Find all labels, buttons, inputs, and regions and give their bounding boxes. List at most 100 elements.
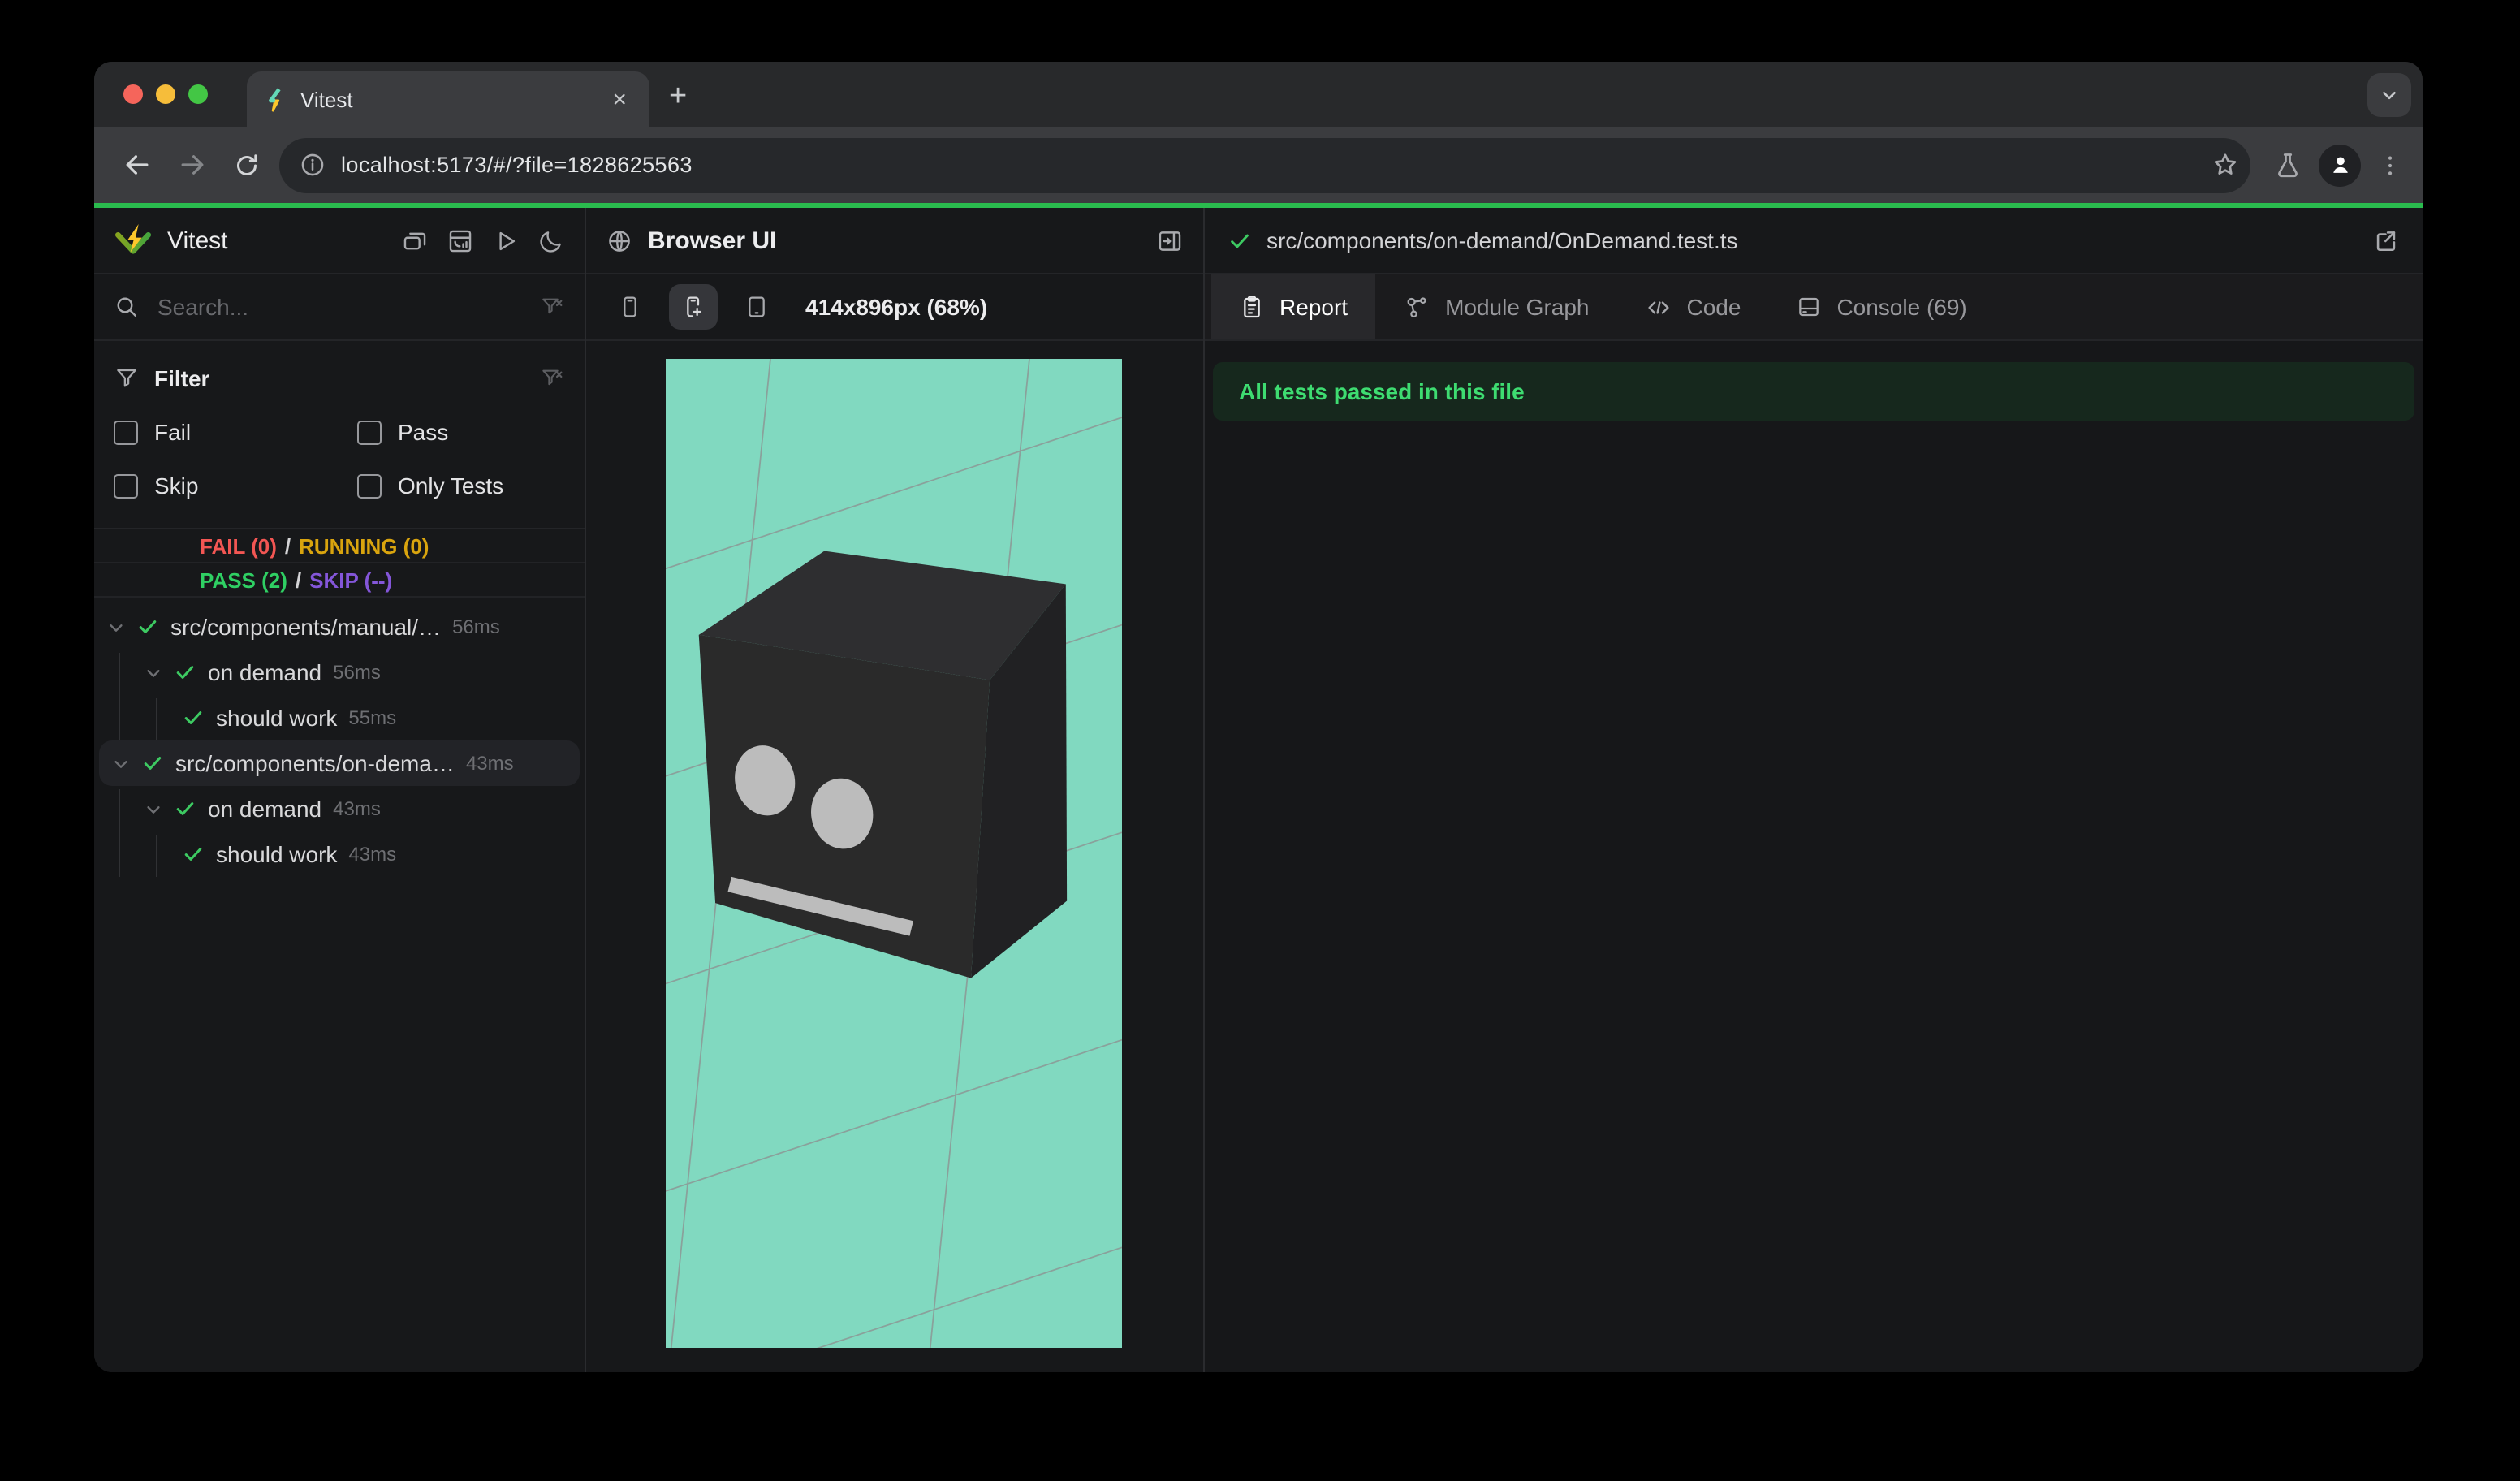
bookmark-star-icon[interactable] xyxy=(2210,149,2241,180)
tab-search-button[interactable] xyxy=(2367,73,2411,117)
device-phone-plus-button-active[interactable] xyxy=(669,284,718,330)
threejs-cube-scene xyxy=(666,359,1122,1348)
vitest-logo-icon xyxy=(114,222,153,258)
browser-menu-kebab-icon[interactable] xyxy=(2377,152,2403,178)
duration-badge: 43ms xyxy=(333,797,381,820)
results-tab-bar: Report Module Graph Code Console (69) xyxy=(1205,274,2423,341)
funnel-icon xyxy=(114,365,140,391)
reload-button[interactable] xyxy=(224,142,270,188)
test-case-row[interactable]: should work 55ms xyxy=(94,695,585,740)
summary-line-2: PASS (2) / SKIP (--) xyxy=(94,563,585,598)
site-info-icon[interactable] xyxy=(299,151,326,179)
tab-console[interactable]: Console (69) xyxy=(1768,274,1994,339)
forward-button[interactable] xyxy=(169,142,214,188)
person-icon xyxy=(2332,157,2347,173)
open-external-icon[interactable] xyxy=(2372,227,2400,254)
phone-plus-icon xyxy=(687,296,701,317)
dock-panel-right-icon[interactable] xyxy=(1156,227,1184,254)
screen: Vitest × + localhost:5173/#/?file=182862… xyxy=(0,0,2520,1481)
test-case-row[interactable]: should work 43ms xyxy=(94,831,585,877)
forward-arrow-icon xyxy=(180,155,203,175)
duration-badge: 56ms xyxy=(452,615,500,638)
filter-checkbox-skip[interactable]: Skip xyxy=(114,466,357,505)
experiments-flask-icon[interactable] xyxy=(2273,150,2302,179)
clear-filter-icon[interactable] xyxy=(539,365,565,391)
close-window-button[interactable] xyxy=(123,84,143,104)
run-all-play-icon[interactable] xyxy=(492,227,520,254)
sidebar-header-actions xyxy=(401,227,565,254)
running-count: RUNNING (0) xyxy=(299,533,429,558)
tab-close-icon[interactable]: × xyxy=(606,84,633,114)
dashboard-icon[interactable] xyxy=(447,227,474,254)
tab-module-graph[interactable]: Module Graph xyxy=(1375,274,1616,339)
toolbar-actions xyxy=(2273,144,2403,186)
result-file-header: src/components/on-demand/OnDemand.test.t… xyxy=(1205,208,2423,274)
new-tab-button[interactable]: + xyxy=(669,80,687,115)
browser-tab-strip: Vitest × + xyxy=(94,62,2423,127)
minimize-window-button[interactable] xyxy=(156,84,175,104)
test-suite-row[interactable]: on demand 43ms xyxy=(94,786,585,831)
filter-header: Filter xyxy=(114,357,565,399)
skip-count: SKIP (--) xyxy=(309,568,393,592)
summary-line-1: FAIL (0) / RUNNING (0) xyxy=(94,529,585,563)
test-file-row-selected[interactable]: src/components/on-dema… 43ms xyxy=(99,740,580,786)
sidebar: Vitest Search... Filter Fail Pass Skip O… xyxy=(94,208,586,1372)
test-summary: FAIL (0) / RUNNING (0) PASS (2) / SKIP (… xyxy=(94,529,585,598)
browser-tab[interactable]: Vitest × xyxy=(247,71,649,127)
indent-guide xyxy=(156,835,158,877)
test-viewport[interactable] xyxy=(666,359,1122,1348)
pass-check-icon xyxy=(136,615,159,638)
search-input[interactable] xyxy=(154,292,524,322)
device-tablet-button[interactable] xyxy=(732,284,781,330)
browser-window: Vitest × + localhost:5173/#/?file=182862… xyxy=(94,62,2423,1372)
preview-stage xyxy=(586,341,1203,1372)
url-text[interactable]: localhost:5173/#/?file=1828625563 xyxy=(341,153,2195,177)
windows-stack-icon[interactable] xyxy=(401,227,429,254)
device-phone-button[interactable] xyxy=(606,284,654,330)
zoom-window-button[interactable] xyxy=(188,84,208,104)
tablet-icon xyxy=(749,296,765,317)
sidebar-header: Vitest xyxy=(94,208,585,274)
reload-icon xyxy=(237,153,257,175)
test-suite-row[interactable]: on demand 56ms xyxy=(94,650,585,695)
filter-checkbox-pass[interactable]: Pass xyxy=(357,412,565,451)
tab-code[interactable]: Code xyxy=(1617,274,1769,339)
app-title: Vitest xyxy=(167,227,228,254)
preview-title: Browser UI xyxy=(648,227,777,254)
result-file-path: src/components/on-demand/OnDemand.test.t… xyxy=(1266,227,1738,253)
phone-icon xyxy=(624,296,636,317)
console-panel-icon xyxy=(1796,294,1822,320)
tab-report[interactable]: Report xyxy=(1211,274,1376,339)
dark-mode-moon-icon[interactable] xyxy=(537,227,565,254)
back-button[interactable] xyxy=(114,142,159,188)
tab-title: Vitest xyxy=(300,87,353,111)
chevron-down-icon[interactable] xyxy=(145,663,162,681)
device-toolbar: 414x896px (68%) xyxy=(586,274,1203,341)
search-row xyxy=(94,274,585,341)
chevron-down-icon[interactable] xyxy=(112,754,130,772)
vitest-favicon-icon xyxy=(263,87,287,111)
checkbox-icon[interactable] xyxy=(114,420,138,444)
checkbox-icon[interactable] xyxy=(357,420,382,444)
clear-filter-icon[interactable] xyxy=(539,294,565,320)
test-file-row[interactable]: src/components/manual/… 56ms xyxy=(94,604,585,650)
address-bar[interactable]: localhost:5173/#/?file=1828625563 xyxy=(279,137,2250,192)
indent-guide xyxy=(119,653,120,740)
search-icon xyxy=(114,294,140,320)
checkbox-icon[interactable] xyxy=(114,473,138,498)
filter-checkbox-fail[interactable]: Fail xyxy=(114,412,357,451)
chevron-down-icon xyxy=(2383,91,2396,100)
module-graph-icon xyxy=(1403,293,1430,321)
duration-badge: 55ms xyxy=(348,706,397,729)
report-clipboard-icon xyxy=(1239,294,1265,320)
filter-checkbox-only-tests[interactable]: Only Tests xyxy=(357,466,565,505)
viewport-size-label: 414x896px (68%) xyxy=(805,294,988,320)
chevron-down-icon[interactable] xyxy=(107,618,125,636)
vitest-ui: Vitest Search... Filter Fail Pass Skip O… xyxy=(94,208,2423,1372)
filter-title: Filter xyxy=(154,365,210,391)
profile-avatar[interactable] xyxy=(2319,144,2361,186)
chevron-down-icon[interactable] xyxy=(145,800,162,818)
browser-toolbar: localhost:5173/#/?file=1828625563 xyxy=(94,127,2423,203)
pass-check-icon xyxy=(1228,228,1252,253)
checkbox-icon[interactable] xyxy=(357,473,382,498)
